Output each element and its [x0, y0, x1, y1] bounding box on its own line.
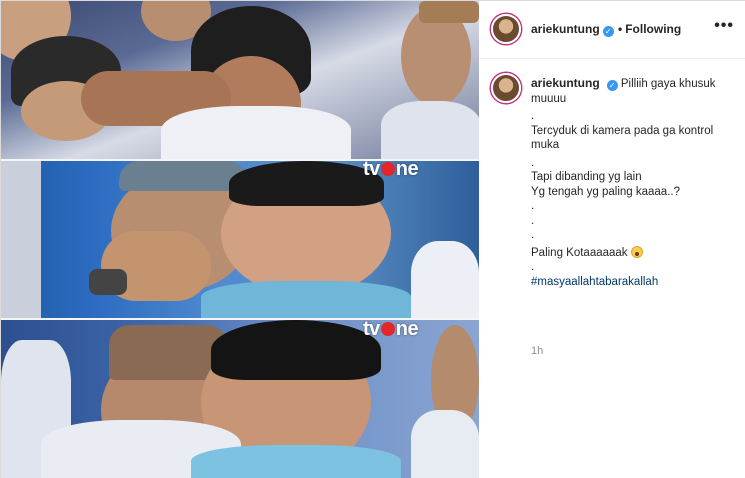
- caption-line: Tercyduk di kamera pada ga kontrol muka: [531, 124, 714, 152]
- caption-line: .: [531, 229, 535, 241]
- caption-text: ariekuntung ✓ Pilliih gaya khusuk muuuu .…: [531, 76, 736, 289]
- follow-status[interactable]: • Following: [618, 22, 681, 36]
- person-shirt: [201, 281, 411, 318]
- avatar-icon[interactable]: [491, 14, 521, 44]
- post-header: ariekuntung ✓ • Following •••: [479, 1, 745, 59]
- avatar-icon[interactable]: [491, 73, 521, 103]
- person-hair: [229, 161, 384, 206]
- wristwatch: [89, 269, 127, 295]
- verified-badge-icon: ✓: [606, 80, 618, 91]
- instagram-post: tv ne tv ne ariekuntung ✓ • Following ••…: [0, 0, 745, 478]
- person-cap: [419, 1, 479, 23]
- username-link[interactable]: ariekuntung: [531, 22, 600, 36]
- caption-line: .: [531, 156, 535, 169]
- caption-username[interactable]: ariekuntung: [531, 76, 600, 90]
- header-username[interactable]: ariekuntung ✓: [531, 22, 614, 37]
- post-image[interactable]: tv ne tv ne: [1, 1, 479, 478]
- hashtag-link[interactable]: #masyaallahtabarakallah: [531, 275, 736, 290]
- following-button[interactable]: Following: [625, 22, 681, 36]
- caption-line: .: [531, 110, 535, 122]
- post-timestamp[interactable]: 1h: [531, 345, 543, 357]
- tvone-watermark: tv ne: [363, 320, 419, 340]
- person-shirt: [161, 106, 351, 159]
- caption-line: Yg tengah yg paling kaaaa..?: [531, 185, 680, 198]
- separator-dot: •: [618, 22, 623, 36]
- verified-badge-icon: ✓: [602, 26, 614, 37]
- person-cap: [119, 161, 247, 191]
- image-frame-bottom: tv ne: [1, 320, 479, 478]
- person-shirt: [411, 410, 479, 478]
- more-options-icon[interactable]: •••: [714, 17, 734, 35]
- image-frame-top: [1, 1, 479, 159]
- image-frame-middle: tv ne: [1, 161, 479, 318]
- background-pillar: [1, 161, 41, 318]
- caption-line: .: [531, 261, 535, 273]
- tvone-watermark: tv ne: [363, 161, 419, 180]
- post-sidebar: ariekuntung ✓ • Following ••• ariekuntung ✓…: [479, 1, 745, 478]
- caption-line: .: [531, 200, 535, 212]
- person-hair: [211, 320, 381, 380]
- caption-line: Tapi dibanding yg lain: [531, 171, 642, 183]
- person-shirt: [381, 101, 479, 159]
- caption-line: Paling Kotaaaaaak: [531, 246, 628, 259]
- person-shirt: [191, 445, 401, 478]
- person-shirt: [411, 241, 479, 318]
- scared-face-emoji-icon: [630, 245, 643, 258]
- caption-line: .: [531, 214, 535, 227]
